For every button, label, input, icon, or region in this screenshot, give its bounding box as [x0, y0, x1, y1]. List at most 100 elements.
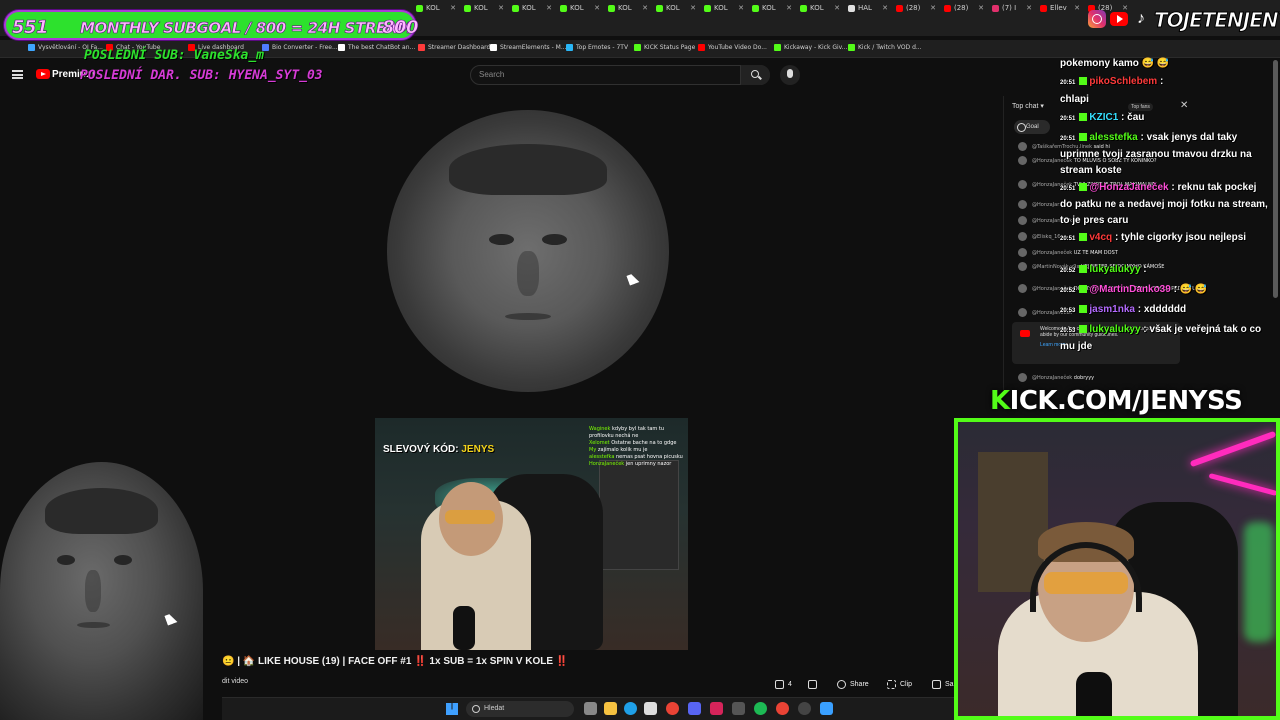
- social-handles: ♪ TOJETENJENYS: [1084, 4, 1280, 34]
- browser-tab[interactable]: KOL ✕: [656, 4, 700, 18]
- tab-favicon-icon: [848, 4, 855, 12]
- tab-close-icon[interactable]: ✕: [930, 4, 936, 12]
- taskbar-search[interactable]: Hledat: [466, 701, 574, 717]
- browser-tab[interactable]: KOL ✕: [800, 4, 844, 18]
- thumbs-up-icon: [775, 679, 784, 689]
- kick-url-k: K: [990, 386, 1010, 416]
- browser-tab[interactable]: Ellev ✕: [1040, 4, 1084, 18]
- chat-scrollbar[interactable]: [1273, 60, 1278, 300]
- goal-chip[interactable]: Goal: [1014, 120, 1050, 134]
- browser-tab[interactable]: KOL ✕: [704, 4, 748, 18]
- discord-icon[interactable]: [688, 702, 701, 715]
- browser-tab[interactable]: (28) ✕: [896, 4, 940, 18]
- edit-video-button[interactable]: dit video: [222, 678, 248, 685]
- embedded-chat-overlay: Waginek kdyby byl tak tam tu profilovku …: [589, 426, 685, 468]
- browser-tab[interactable]: KOL ✕: [416, 4, 460, 18]
- bookmark-item[interactable]: Kickaway - Kick Giv...: [774, 44, 847, 51]
- hamburger-menu-icon[interactable]: [12, 70, 23, 79]
- tab-close-icon[interactable]: ✕: [786, 4, 792, 12]
- browser-tab[interactable]: HAL ✕: [848, 4, 892, 18]
- tab-close-icon[interactable]: ✕: [882, 4, 888, 12]
- scrollbar-thumb[interactable]: [1273, 60, 1278, 298]
- tab-close-icon[interactable]: ✕: [690, 4, 696, 12]
- windows-start-icon[interactable]: [446, 703, 458, 715]
- bookmark-item[interactable]: StreamElements - M...: [490, 44, 567, 51]
- browser-tab[interactable]: (28) ✕: [944, 4, 988, 18]
- tab-close-icon[interactable]: ✕: [642, 4, 648, 12]
- thumbs-down-icon: [808, 679, 817, 689]
- tab-label: KOL: [810, 4, 824, 12]
- bookmark-item[interactable]: KICK Status Page: [634, 44, 695, 51]
- obs-icon[interactable]: [798, 702, 811, 715]
- avatar: [1018, 232, 1027, 241]
- tab-close-icon[interactable]: ✕: [1026, 4, 1032, 12]
- chat-text: : tyhle cigorky jsou nejlepsi: [1114, 232, 1247, 243]
- save-button[interactable]: Sa: [932, 677, 954, 693]
- spotify-icon[interactable]: [754, 702, 767, 715]
- bookmark-item[interactable]: Bio Converter - Free...: [262, 44, 338, 51]
- face-hair: [449, 143, 607, 195]
- clip-button[interactable]: Clip: [887, 677, 912, 693]
- bookmark-item[interactable]: The best ChatBot an...: [338, 44, 415, 51]
- chrome-icon[interactable]: [666, 702, 679, 715]
- bookmark-label: StreamElements - M...: [500, 44, 567, 51]
- browser-tab[interactable]: KOL ✕: [464, 4, 508, 18]
- voice-search-mic-icon[interactable]: [780, 65, 800, 85]
- tab-close-icon[interactable]: ✕: [1074, 4, 1080, 12]
- video-title: 😐 | 🏠 LIKE HOUSE (19) | FACE OFF #1 ‼️ 1…: [222, 656, 569, 667]
- tab-favicon-icon: [512, 4, 519, 12]
- notepad-icon[interactable]: [820, 702, 833, 715]
- bookmark-item[interactable]: YouTube Video Do...: [698, 44, 767, 51]
- tab-label: KOL: [762, 4, 776, 12]
- search-input[interactable]: Search: [470, 65, 770, 85]
- app-icon[interactable]: [732, 702, 745, 715]
- share-button[interactable]: Share: [837, 677, 869, 693]
- obs-app-icon[interactable]: [710, 702, 723, 715]
- scissors-icon: [887, 679, 896, 689]
- browser-tab[interactable]: KOL ✕: [608, 4, 652, 18]
- tab-label: HAL: [858, 4, 872, 12]
- chat-username: Xelomet: [589, 440, 610, 446]
- tab-close-icon[interactable]: ✕: [978, 4, 984, 12]
- embedded-chat-message: Xelomet Ostatne bache na to gdge: [589, 440, 685, 447]
- share-label: Share: [850, 681, 869, 688]
- chat-text: : xdddddd: [1137, 304, 1187, 315]
- browser-tab[interactable]: KOL ✕: [512, 4, 556, 18]
- bookmark-item[interactable]: Kick / Twitch VOD d...: [848, 44, 922, 51]
- file-explorer-icon[interactable]: [604, 702, 617, 715]
- top-chat-dropdown[interactable]: Top chat: [1012, 102, 1044, 110]
- bookmark-favicon-icon: [774, 44, 781, 51]
- bookmark-item[interactable]: Top Emotes - 7TV: [566, 44, 628, 51]
- video-player[interactable]: SLEVOVÝ KÓD: JENYS Waginek kdyby byl tak…: [375, 418, 688, 650]
- browser-tab[interactable]: KOL ✕: [560, 4, 604, 18]
- chat-text: : čau: [1121, 112, 1145, 123]
- like-button[interactable]: 4: [775, 677, 792, 693]
- kick-badge-icon: [1079, 325, 1088, 334]
- chat-username: alesstefka: [1089, 132, 1138, 143]
- tab-favicon-icon: [560, 4, 567, 12]
- store-icon[interactable]: [644, 702, 657, 715]
- tab-close-icon[interactable]: ✕: [834, 4, 840, 12]
- youtube-logo-icon[interactable]: [36, 69, 50, 79]
- tab-favicon-icon: [608, 4, 615, 12]
- tab-close-icon[interactable]: ✕: [498, 4, 504, 12]
- tab-close-icon[interactable]: ✕: [738, 4, 744, 12]
- embedded-chat-message: alesstefka nemas psat hovna picusku: [589, 454, 685, 461]
- tab-close-icon[interactable]: ✕: [546, 4, 552, 12]
- overlay-chat-message: 20:53 lukyalukyy : však je veřejná tak o …: [1060, 322, 1270, 355]
- browser-tab[interactable]: (7) I ✕: [992, 4, 1036, 18]
- overlay-chat-message: 20:53 jasm1nka : xdddddd: [1060, 302, 1270, 319]
- search-button[interactable]: [740, 65, 770, 85]
- task-view-icon[interactable]: [584, 702, 597, 715]
- profile-photo-large: [387, 110, 669, 392]
- tab-close-icon[interactable]: ✕: [450, 4, 456, 12]
- tab-close-icon[interactable]: ✕: [594, 4, 600, 12]
- dislike-button[interactable]: [808, 677, 821, 693]
- bookmark-item[interactable]: Streamer Dashboard: [418, 44, 490, 51]
- chat-username: jasm1nka: [1089, 304, 1135, 315]
- chat-username: @Eliskq_16: [1032, 234, 1061, 240]
- bookmark-label: The best ChatBot an...: [348, 44, 416, 51]
- edge-icon[interactable]: [624, 702, 637, 715]
- browser-tab[interactable]: KOL ✕: [752, 4, 796, 18]
- chrome-icon[interactable]: [776, 702, 789, 715]
